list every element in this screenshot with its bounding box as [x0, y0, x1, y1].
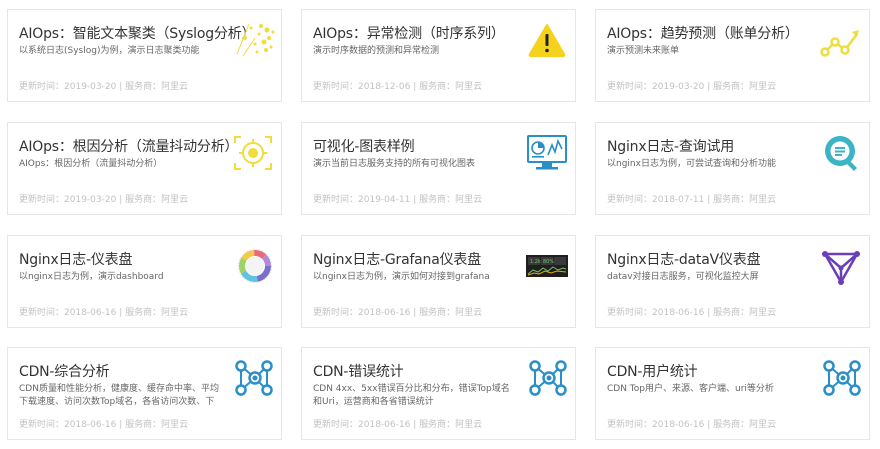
card-update-date: 2019-03-20 — [652, 82, 705, 92]
card-update-date: 2018-06-16 — [64, 420, 117, 430]
card-update-date: 2018-06-16 — [358, 308, 411, 318]
card-description: 以nginx日志为例，可尝试查询和分析功能 — [607, 159, 776, 169]
card-update-date: 2018-12-06 — [358, 82, 411, 92]
card-update-date: 2018-07-11 — [652, 195, 705, 205]
card-meta: 更新时间：2019-03-20 | 服务商：阿里云 — [19, 82, 189, 92]
card-title: Nginx日志-Grafana仪表盘 — [313, 252, 482, 268]
card-description: 演示预测未来账单 — [607, 46, 680, 56]
card-title: 可视化-图表样例 — [313, 139, 415, 155]
card-update-date: 2018-06-16 — [358, 420, 411, 430]
card-meta: 更新时间：2018-06-16 | 服务商：阿里云 — [19, 420, 189, 430]
card-nginx-dashboard[interactable]: Nginx日志-仪表盘 以nginx日志为例，演示dashboard 更新时间：… — [7, 235, 282, 328]
card-title: Nginx日志-仪表盘 — [19, 252, 133, 268]
dashboard-monitor-icon — [525, 133, 569, 173]
card-meta: 更新时间：2018-12-06 | 服务商：阿里云 — [313, 82, 483, 92]
card-update-date: 2018-06-16 — [652, 308, 705, 318]
card-update-date: 2018-06-16 — [652, 420, 705, 430]
card-title: Nginx日志-dataV仪表盘 — [607, 252, 761, 268]
card-meta: 更新时间：2019-03-20 | 服务商：阿里云 — [19, 195, 189, 205]
card-meta: 更新时间：2018-06-16 | 服务商：阿里云 — [313, 420, 483, 430]
card-update-date: 2019-03-20 — [64, 82, 117, 92]
search-icon — [819, 133, 863, 173]
svg-text:1.2k: 1.2k — [530, 259, 541, 265]
card-update-date: 2019-03-20 — [64, 195, 117, 205]
card-nginx-query-trial[interactable]: Nginx日志-查询试用 以nginx日志为例，可尝试查询和分析功能 更新时间：… — [595, 122, 870, 215]
network-nodes-icon — [525, 358, 569, 398]
card-title: AIOps：智能文本聚类（Syslog分析） — [19, 26, 256, 42]
grafana-thumbnail-icon: 1.2k 80% — [525, 246, 569, 286]
card-aiops-trend-forecast[interactable]: AIOps：趋势预测（账单分析） 演示预测未来账单 更新时间：2019-03-2… — [595, 9, 870, 102]
card-meta: 更新时间：2018-06-16 | 服务商：阿里云 — [607, 308, 777, 318]
card-description: CDN质量和性能分析，健康度、缓存命中率、平均下载速度、访问次数Top域名，各省… — [19, 384, 219, 407]
datav-triangle-icon — [819, 246, 863, 286]
scatter-cluster-icon — [231, 20, 275, 60]
card-meta: 更新时间：2019-03-20 | 服务商：阿里云 — [607, 82, 777, 92]
card-title: CDN-综合分析 — [19, 364, 110, 380]
card-description: 以系统日志(Syslog)为例，演示日志聚类功能 — [19, 46, 200, 56]
card-aiops-anomaly-detection[interactable]: AIOps：异常检测（时序系列） 演示时序数据的预测和异常检测 更新时间：201… — [301, 9, 576, 102]
card-update-date: 2018-06-16 — [64, 308, 117, 318]
network-nodes-icon — [819, 358, 863, 398]
trend-line-icon — [819, 20, 863, 60]
card-description: CDN Top用户、来源、客户端、uri等分析 — [607, 384, 774, 394]
card-cdn-overall-analysis[interactable]: CDN-综合分析 CDN质量和性能分析，健康度、缓存命中率、平均下载速度、访问次… — [7, 347, 282, 440]
card-aiops-root-cause[interactable]: AIOps：根因分析（流量抖动分析） AIOps：根因分析（流量抖动分析） 更新… — [7, 122, 282, 215]
donut-chart-icon — [231, 246, 275, 286]
card-title: AIOps：趋势预测（账单分析） — [607, 26, 799, 42]
card-meta: 更新时间：2018-06-16 | 服务商：阿里云 — [607, 420, 777, 430]
card-description: 演示时序数据的预测和异常检测 — [313, 46, 440, 56]
warning-icon — [525, 20, 569, 60]
card-description: AIOps：根因分析（流量抖动分析） — [19, 159, 163, 169]
card-title: AIOps：根因分析（流量抖动分析） — [19, 139, 239, 155]
card-title: CDN-用户统计 — [607, 364, 698, 380]
card-description: datav对接日志服务，可视化监控大屏 — [607, 272, 759, 282]
card-visualization-samples[interactable]: 可视化-图表样例 演示当前日志服务支持的所有可视化图表 更新时间：2019-04… — [301, 122, 576, 215]
svg-text:80%: 80% — [543, 259, 554, 265]
card-update-date: 2019-04-11 — [358, 195, 411, 205]
card-title: Nginx日志-查询试用 — [607, 139, 735, 155]
card-cdn-user-stats[interactable]: CDN-用户统计 CDN Top用户、来源、客户端、uri等分析 更新时间：20… — [595, 347, 870, 440]
card-nginx-grafana-dashboard[interactable]: Nginx日志-Grafana仪表盘 以nginx日志为例，演示如何对接到gra… — [301, 235, 576, 328]
card-nginx-datav-dashboard[interactable]: Nginx日志-dataV仪表盘 datav对接日志服务，可视化监控大屏 更新时… — [595, 235, 870, 328]
card-cdn-error-stats[interactable]: CDN-错误统计 CDN 4xx、5xx错误百分比和分布，错误Top域名和Uri… — [301, 347, 576, 440]
card-title: AIOps：异常检测（时序系列） — [313, 26, 505, 42]
card-meta: 更新时间：2019-04-11 | 服务商：阿里云 — [313, 195, 483, 205]
card-meta: 更新时间：2018-06-16 | 服务商：阿里云 — [19, 308, 189, 318]
card-description: 以nginx日志为例，演示如何对接到grafana — [313, 272, 490, 282]
sample-card-grid: AIOps：智能文本聚类（Syslog分析） 以系统日志(Syslog)为例，演… — [0, 0, 880, 449]
target-icon — [231, 133, 275, 173]
card-description: 演示当前日志服务支持的所有可视化图表 — [313, 159, 476, 169]
card-description: CDN 4xx、5xx错误百分比和分布，错误Top域名和Uri，运营商和各省错误… — [313, 384, 510, 407]
card-meta: 更新时间：2018-06-16 | 服务商：阿里云 — [313, 308, 483, 318]
card-description: 以nginx日志为例，演示dashboard — [19, 272, 164, 282]
card-meta: 更新时间：2018-07-11 | 服务商：阿里云 — [607, 195, 777, 205]
network-nodes-icon — [231, 358, 275, 398]
card-aiops-text-clustering[interactable]: AIOps：智能文本聚类（Syslog分析） 以系统日志(Syslog)为例，演… — [7, 9, 282, 102]
card-title: CDN-错误统计 — [313, 364, 404, 380]
